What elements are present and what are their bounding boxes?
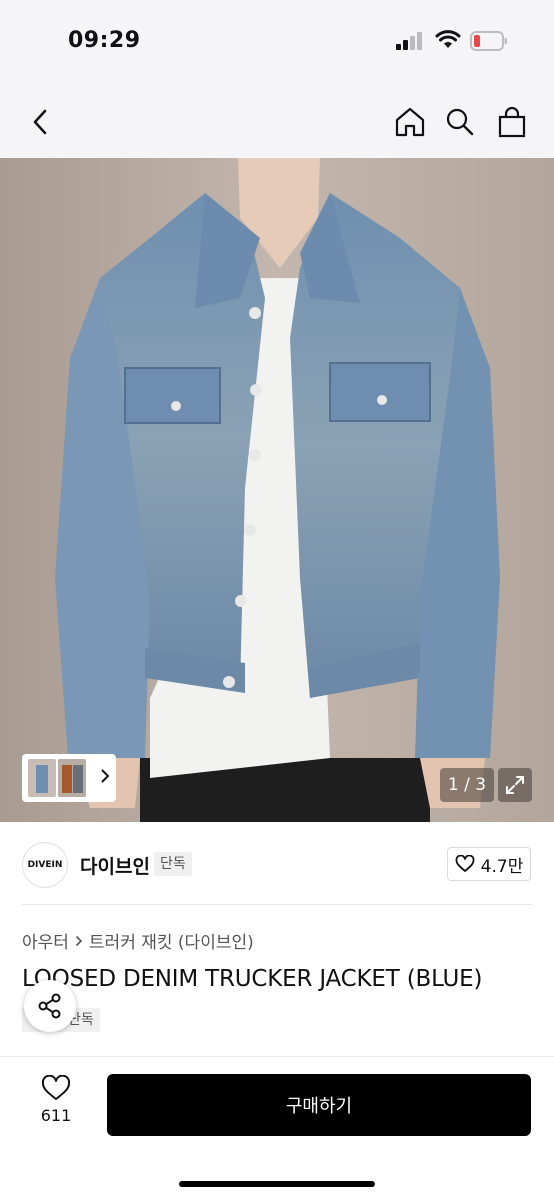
divider [22, 904, 532, 905]
brand-like-button[interactable]: 4.7만 [447, 847, 531, 881]
product-image-gallery[interactable]: 1 / 3 [0, 158, 554, 822]
home-indicator [179, 1181, 375, 1187]
status-bar: 09:29 [0, 0, 554, 86]
breadcrumb-item-category[interactable]: 아우터 [22, 928, 69, 953]
status-time: 09:29 [68, 28, 141, 53]
search-button[interactable] [440, 102, 480, 142]
breadcrumb: 아우터 트러커 재킷 (다이브인) [22, 928, 254, 953]
thumbnail-image [58, 759, 86, 797]
home-icon [395, 107, 425, 137]
heart-icon [455, 855, 475, 872]
search-icon [446, 108, 474, 136]
brand-like-count: 4.7만 [480, 856, 524, 877]
expand-icon [506, 776, 524, 794]
bottom-action-bar: 611 구매하기 [0, 1056, 554, 1200]
brand-logo[interactable]: DIVEIN [22, 842, 68, 888]
buy-button[interactable]: 구매하기 [107, 1074, 531, 1136]
thumbnail-image [28, 759, 56, 797]
image-counter: 1 / 3 [440, 768, 494, 802]
chevron-right-icon [101, 769, 110, 783]
breadcrumb-item-subcategory[interactable]: 트러커 재킷 (다이브인) [89, 928, 254, 953]
brand-row: DIVEIN 다이브인 단독 4.7만 [0, 822, 554, 906]
product-title: LOOSED DENIM TRUCKER JACKET (BLUE) [22, 966, 483, 992]
brand-name[interactable]: 다이브인 [80, 852, 150, 879]
chevron-left-icon [33, 109, 47, 135]
thumbnail-strip[interactable] [22, 754, 116, 802]
chevron-right-icon [75, 935, 83, 946]
back-button[interactable] [20, 102, 60, 142]
cellular-signal-icon [396, 32, 422, 50]
shopping-bag-icon [498, 106, 526, 138]
top-navigation [0, 86, 554, 158]
battery-icon [470, 31, 507, 51]
wishlist-count: 611 [40, 1106, 72, 1125]
share-icon [38, 993, 61, 1019]
product-photo [0, 158, 554, 822]
heart-icon [41, 1075, 71, 1100]
home-button[interactable] [390, 102, 430, 142]
wifi-icon [435, 30, 461, 48]
brand-exclusive-badge: 단독 [154, 852, 192, 876]
expand-image-button[interactable] [498, 768, 532, 802]
wishlist-button[interactable]: 611 [28, 1075, 84, 1139]
shopping-bag-button[interactable] [492, 102, 532, 142]
share-button[interactable] [24, 980, 76, 1032]
